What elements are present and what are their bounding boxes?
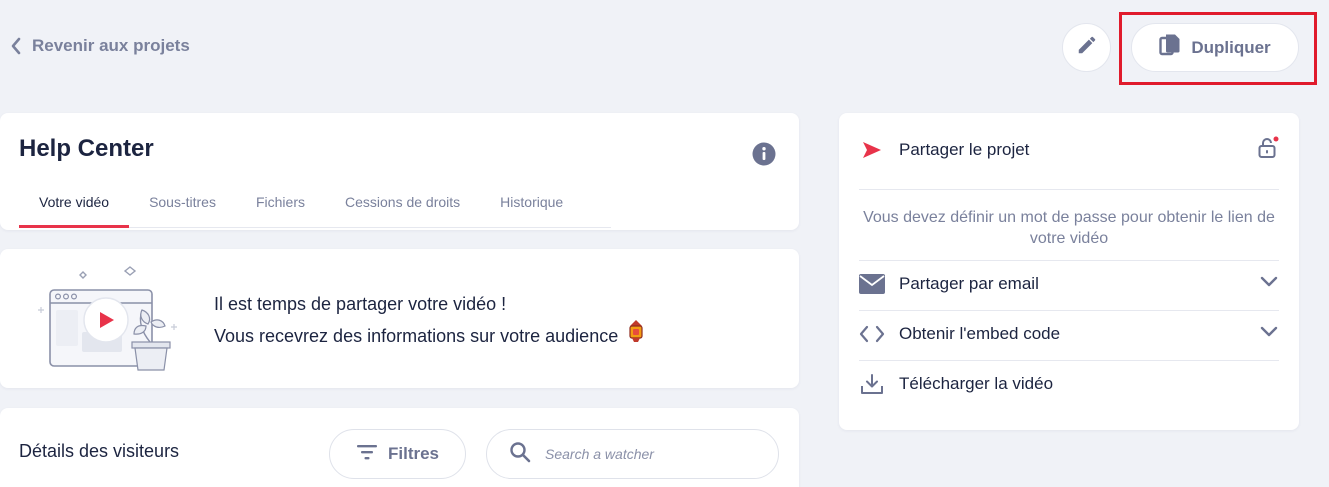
embed-code-row[interactable]: Obtenir l'embed code — [859, 321, 1279, 347]
filters-button[interactable]: Filtres — [329, 429, 466, 479]
banner-line-2-row: Vous recevrez des informations sur votre… — [214, 319, 646, 352]
tab-fichiers[interactable]: Fichiers — [236, 188, 325, 228]
banner-message: Il est temps de partager votre vidéo ! V… — [214, 289, 646, 352]
share-by-email-row[interactable]: Partager par email — [859, 271, 1279, 297]
mail-icon — [859, 274, 885, 294]
share-project-label: Partager le projet — [899, 140, 1030, 159]
embed-code-label: Obtenir l'embed code — [899, 324, 1061, 343]
copy-icon — [1159, 33, 1181, 62]
password-note: Vous devez définir un mot de passe pour … — [863, 209, 1275, 247]
search-icon — [509, 441, 531, 468]
back-to-projects-link[interactable]: Revenir aux projets — [10, 33, 190, 59]
divider — [859, 360, 1279, 361]
duplicate-button[interactable]: Dupliquer — [1131, 23, 1299, 72]
banner-line-2: Vous recevrez des informations sur votre… — [214, 325, 619, 346]
visitors-title: Détails des visiteurs — [19, 441, 180, 461]
project-tabs: Votre vidéo Sous-titres Fichiers Cession… — [19, 188, 611, 228]
tab-sous-titres[interactable]: Sous-titres — [129, 188, 236, 228]
divider — [859, 260, 1279, 261]
search-input[interactable] — [545, 446, 765, 462]
back-label: Revenir aux projets — [32, 36, 190, 55]
info-icon[interactable] — [752, 142, 776, 171]
share-project-row[interactable]: Partager le projet — [859, 136, 1279, 165]
duplicate-label: Dupliquer — [1191, 37, 1271, 57]
share-by-email-label: Partager par email — [899, 274, 1039, 293]
chevron-left-icon — [10, 37, 22, 55]
send-icon — [859, 140, 885, 160]
filter-icon — [356, 444, 378, 465]
watcher-search — [486, 429, 779, 479]
pencil-icon — [1076, 34, 1098, 61]
tab-historique[interactable]: Historique — [480, 188, 583, 228]
download-video-row[interactable]: Télécharger la vidéo — [859, 371, 1279, 397]
divider — [859, 189, 1279, 190]
edit-button[interactable] — [1062, 23, 1111, 72]
filters-label: Filtres — [387, 444, 440, 463]
project-title: Help Center — [19, 135, 154, 162]
lock-icon[interactable] — [1255, 136, 1279, 165]
divider — [859, 310, 1279, 311]
code-icon — [859, 325, 885, 343]
download-icon — [859, 373, 885, 395]
lantern-emoji — [626, 319, 646, 352]
chevron-down-icon — [1259, 274, 1279, 294]
download-video-label: Télécharger la vidéo — [899, 374, 1054, 393]
banner-line-1: Il est temps de partager votre vidéo ! — [214, 294, 507, 314]
tab-votre-video[interactable]: Votre vidéo — [19, 188, 130, 228]
tab-cessions-de-droits[interactable]: Cessions de droits — [325, 188, 480, 228]
chevron-down-icon — [1259, 324, 1279, 344]
video-share-illustration — [30, 262, 190, 379]
